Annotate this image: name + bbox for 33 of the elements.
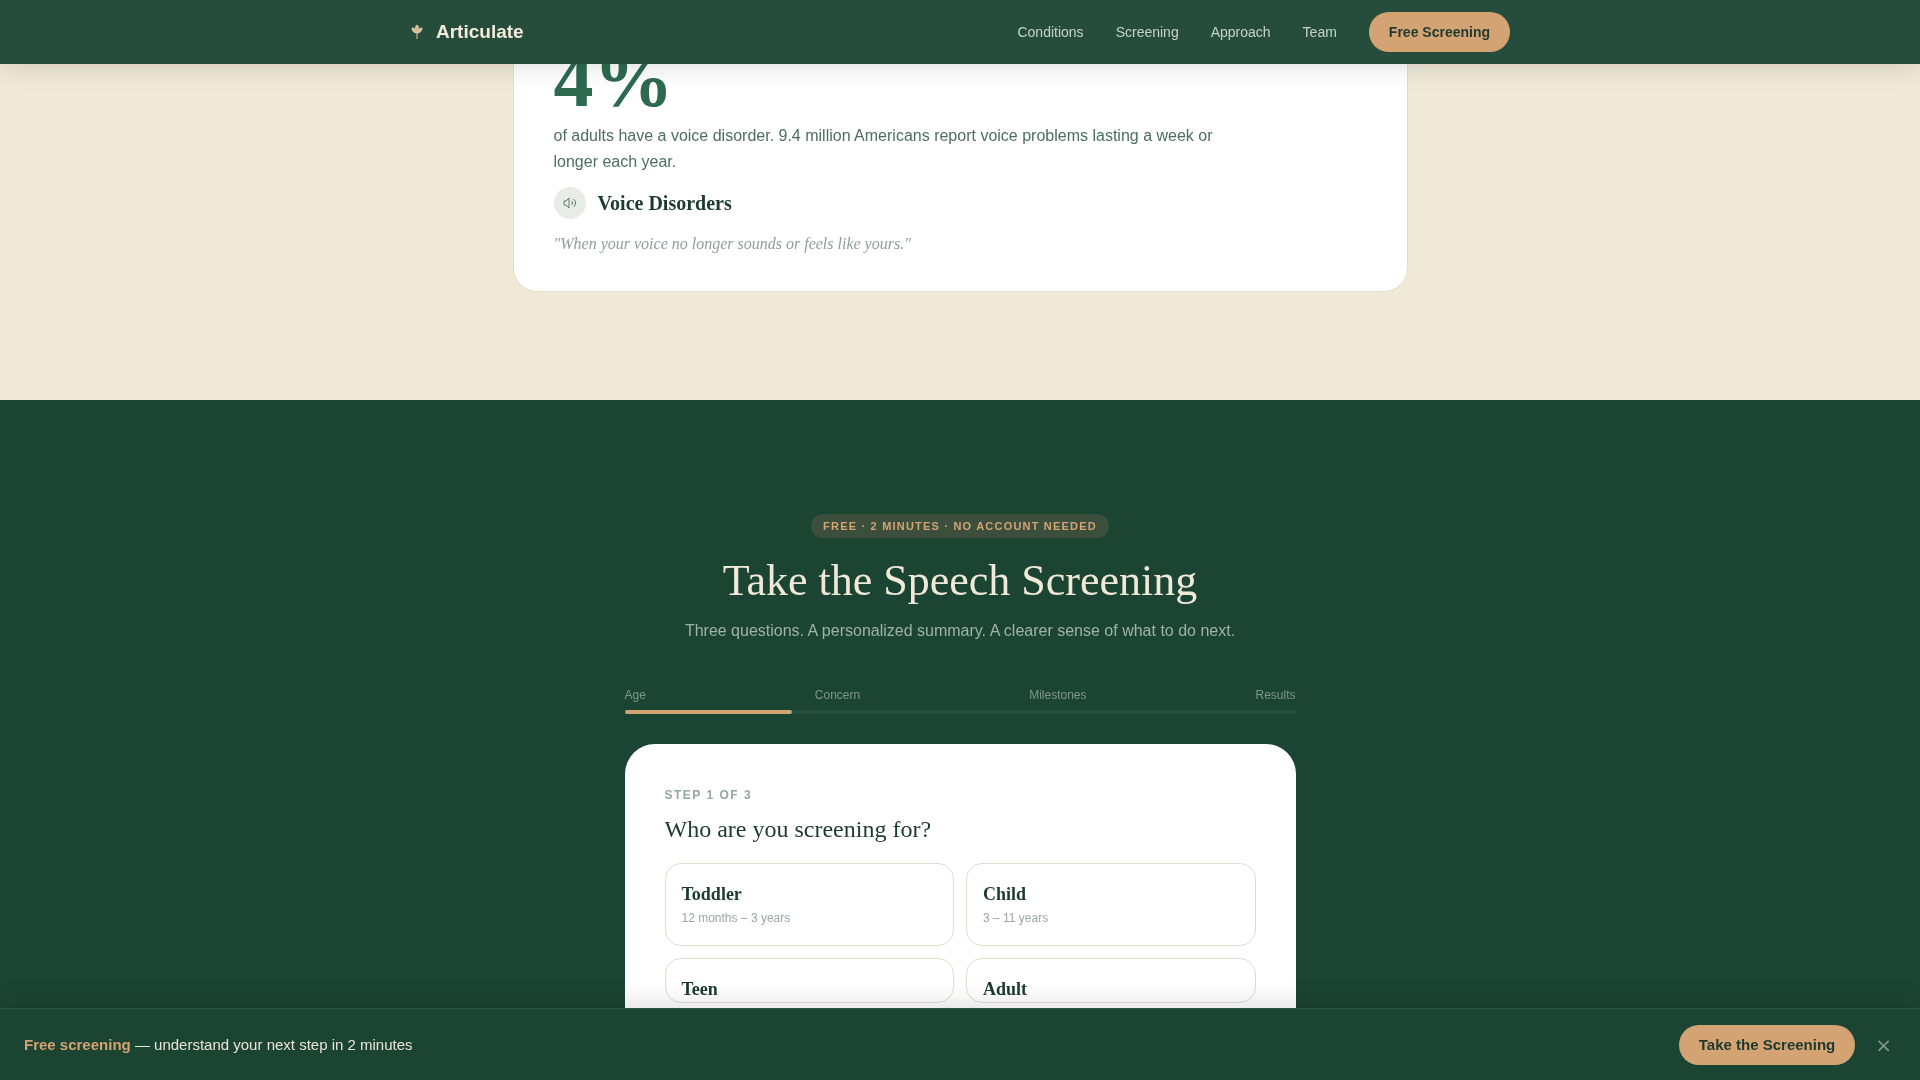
option-title: Teen: [681, 979, 719, 1000]
option-range: 12 months – 3 years: [681, 911, 792, 925]
section-title: Take the Speech Screening: [721, 556, 1199, 606]
logo-icon: [410, 24, 424, 40]
step-indicator: STEP 1 OF 3: [664, 788, 754, 802]
nav-link[interactable]: Team: [1302, 24, 1337, 40]
age-option[interactable]: Adult: [966, 958, 1256, 1003]
free-screening-button[interactable]: Free Screening: [1368, 12, 1510, 52]
age-option[interactable]: Toddler 12 months – 3 years: [664, 863, 954, 946]
question-title: Who are you screening for?: [664, 816, 933, 843]
age-option[interactable]: Teen: [664, 958, 954, 1003]
step-label: Milestones: [1029, 688, 1087, 702]
step-label: Concern: [814, 688, 861, 702]
take-screening-button[interactable]: Take the Screening: [1678, 1024, 1856, 1065]
step-label: Results: [1255, 688, 1296, 702]
close-button[interactable]: ×: [1871, 1024, 1896, 1065]
option-title: Child: [983, 884, 1028, 905]
step-label: Age: [624, 688, 646, 702]
nav-link[interactable]: Screening: [1115, 24, 1179, 40]
nav-link[interactable]: Conditions: [1017, 24, 1084, 40]
condition-title: Voice Disorders: [597, 191, 732, 215]
brand-name: Articulate: [436, 21, 524, 43]
condition-quote: "When your voice no longer sounds or feels like yours.": [553, 235, 912, 253]
info-badge: FREE · 2 MINUTES · NO ACCOUNT NEEDED: [811, 514, 1109, 538]
option-title: Toddler: [681, 884, 743, 905]
section-subtitle: Three questions. A personalized summary. A clearer sense of what to do next.: [683, 622, 1237, 640]
promo-text: Free screening — understand your next step in 2 minutes: [24, 1036, 413, 1053]
option-range: 3 – 11 years: [983, 911, 1050, 925]
nav-link[interactable]: Approach: [1210, 24, 1271, 40]
speaker-icon: [553, 187, 586, 219]
option-title: Adult: [983, 979, 1028, 1000]
age-option[interactable]: Child 3 – 11 years: [966, 863, 1256, 946]
stat-description: of adults have a voice disorder. 9.4 million Americans report voice problems lasting a week or longer each year.: [553, 126, 1214, 172]
